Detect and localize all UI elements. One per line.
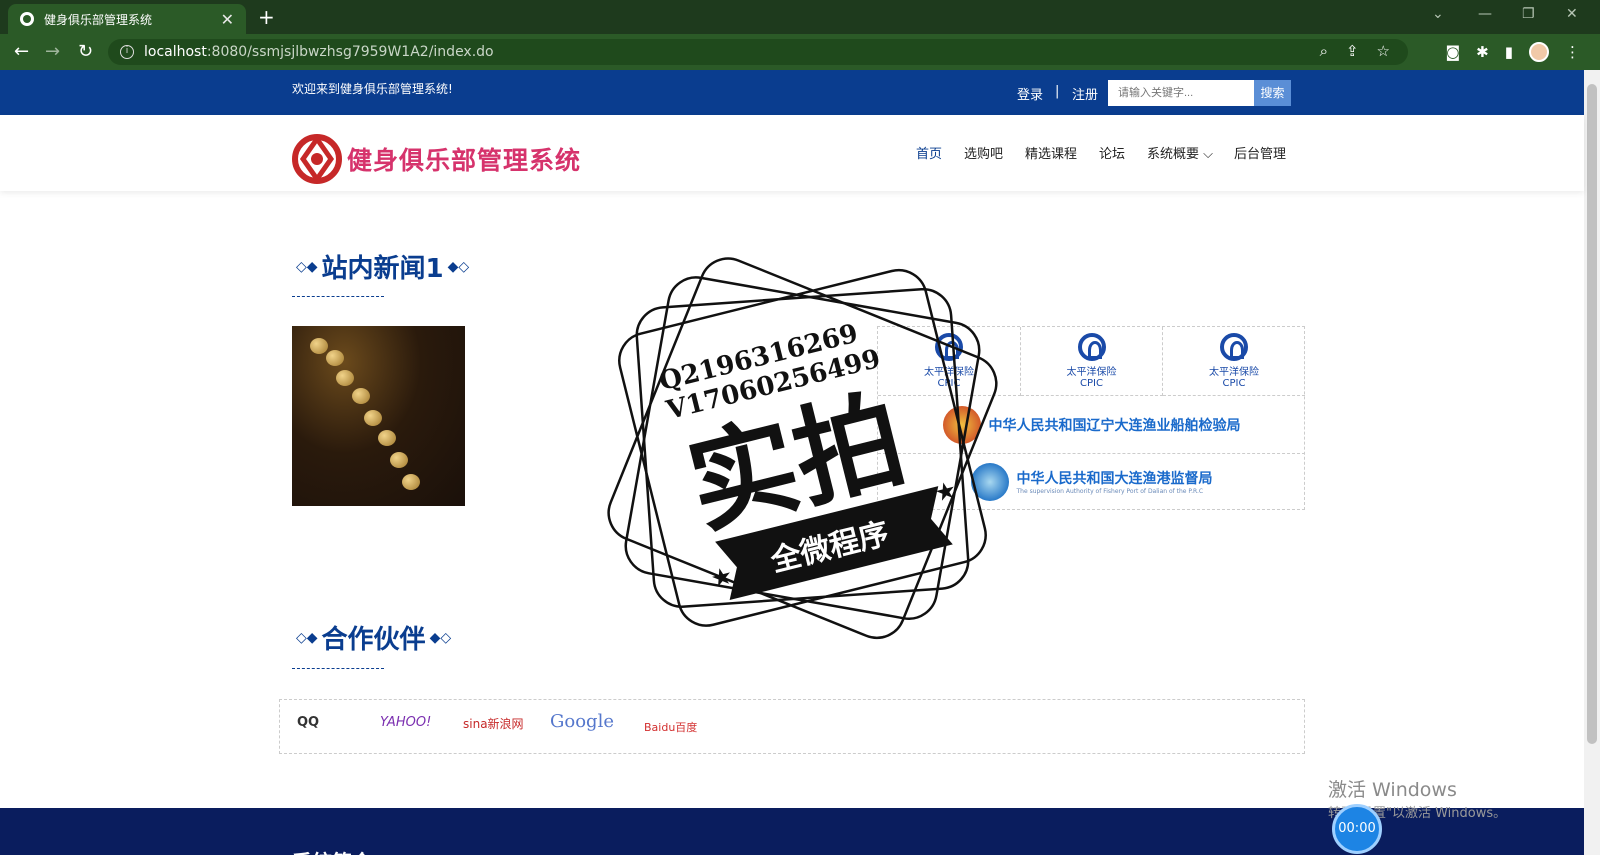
- link-sina[interactable]: sina新浪网: [463, 715, 524, 732]
- side-panel-icon[interactable]: ▮: [1505, 43, 1513, 61]
- browser-tab-bar: 健身俱乐部管理系统 ✕ + ⌄ — ❐ ✕: [0, 0, 1600, 34]
- partner-logo-cpic[interactable]: 太平洋保险 CPIC: [1163, 327, 1305, 396]
- watermark-stamp: Q2196316269 V17060256499 实拍 全微程序 ★ ★: [607, 257, 998, 640]
- share-icon[interactable]: ⇪: [1346, 42, 1359, 60]
- friend-links-box: QQ YAHOO! sina新浪网 Google Baidu百度: [279, 699, 1305, 754]
- menu-icon[interactable]: ⋮: [1565, 43, 1580, 61]
- tab-title: 健身俱乐部管理系统: [44, 12, 153, 27]
- nav-shop[interactable]: 选购吧: [964, 143, 1003, 162]
- recording-timer[interactable]: 00:00: [1332, 804, 1382, 854]
- footer-title: 系统简介: [292, 846, 372, 855]
- partner-logo-cpic[interactable]: 太平洋保险 CPIC: [1021, 327, 1163, 396]
- url-input[interactable]: i localhost:8080/ssmjsjlbwzhsg7959W1A2/i…: [108, 39, 1408, 65]
- news-section-title: ◇◆ 站内新闻1 ◆◇: [292, 248, 473, 285]
- cpic-logo-icon: [1220, 333, 1248, 361]
- profile-avatar[interactable]: [1529, 42, 1549, 62]
- news-image[interactable]: [292, 326, 465, 506]
- title-underline: [292, 668, 384, 669]
- diamond-icon: ◇◆: [296, 629, 318, 646]
- link-yahoo[interactable]: YAHOO!: [380, 715, 431, 730]
- url-host: localhost: [144, 44, 207, 60]
- site-logo-icon[interactable]: [291, 133, 343, 185]
- site-name[interactable]: 健身俱乐部管理系统: [347, 141, 581, 177]
- diamond-icon: ◇◆: [296, 258, 318, 275]
- partners-title-text: 合作伙伴: [321, 625, 426, 655]
- register-link[interactable]: 注册: [1072, 84, 1098, 103]
- close-window-icon[interactable]: ✕: [1566, 6, 1578, 22]
- minimize-icon[interactable]: —: [1478, 6, 1492, 22]
- site-header: 健身俱乐部管理系统 首页 选购吧 精选课程 论坛 系统概要 ⌵ 后台管理: [0, 115, 1584, 191]
- link-separator: |: [1055, 84, 1060, 99]
- nav-courses[interactable]: 精选课程: [1025, 143, 1077, 162]
- nav-system-overview[interactable]: 系统概要 ⌵: [1147, 143, 1213, 162]
- close-tab-icon[interactable]: ✕: [221, 10, 234, 29]
- top-bar: 欢迎来到健身俱乐部管理系统! 登录 | 注册 搜索: [0, 70, 1584, 115]
- news-title-text: 站内新闻1: [321, 254, 444, 284]
- new-tab-button[interactable]: +: [258, 5, 275, 29]
- tab-search-icon[interactable]: ⌄: [1432, 6, 1444, 22]
- link-google[interactable]: Google: [550, 711, 614, 732]
- restore-icon[interactable]: ❐: [1522, 6, 1535, 22]
- zoom-icon[interactable]: ⌕: [1320, 42, 1328, 60]
- title-underline: [292, 296, 384, 297]
- nav-forum[interactable]: 论坛: [1099, 143, 1125, 162]
- star-icon: ★: [932, 475, 960, 507]
- bookmark-star-icon[interactable]: ☆: [1377, 42, 1390, 60]
- nav-home[interactable]: 首页: [916, 143, 942, 162]
- link-baidu[interactable]: Baidu百度: [644, 719, 697, 735]
- search-input[interactable]: [1108, 80, 1254, 106]
- page-scrollbar[interactable]: [1584, 70, 1600, 855]
- nav-admin[interactable]: 后台管理: [1234, 143, 1286, 162]
- puzzle-icon[interactable]: ✱: [1476, 43, 1489, 61]
- diamond-icon: ◆◇: [429, 629, 452, 646]
- link-qq[interactable]: QQ: [297, 715, 319, 730]
- reload-icon[interactable]: ↻: [78, 41, 93, 62]
- scrollbar-thumb[interactable]: [1587, 84, 1597, 744]
- globe-icon: [20, 12, 34, 26]
- url-path: :8080/ssmjsjlbwzhsg7959W1A2/index.do: [206, 44, 494, 60]
- welcome-text: 欢迎来到健身俱乐部管理系统!: [292, 82, 453, 96]
- site-info-icon[interactable]: i: [120, 45, 134, 59]
- windows-activation-title: 激活 Windows: [1328, 779, 1457, 801]
- login-link[interactable]: 登录: [1017, 84, 1043, 103]
- forward-icon[interactable]: →: [45, 41, 60, 62]
- browser-tab[interactable]: 健身俱乐部管理系统 ✕: [8, 4, 246, 34]
- diamond-icon: ◆◇: [447, 258, 470, 275]
- search-button[interactable]: 搜索: [1254, 80, 1291, 106]
- extension-icon[interactable]: ◙: [1446, 43, 1461, 61]
- star-icon: ★: [708, 561, 736, 593]
- back-icon[interactable]: ←: [14, 41, 29, 62]
- address-bar-row: ← → ↻ i localhost:8080/ssmjsjlbwzhsg7959…: [0, 34, 1600, 70]
- cpic-logo-icon: [1077, 333, 1106, 361]
- partners-section-title: ◇◆ 合作伙伴 ◆◇: [292, 619, 455, 656]
